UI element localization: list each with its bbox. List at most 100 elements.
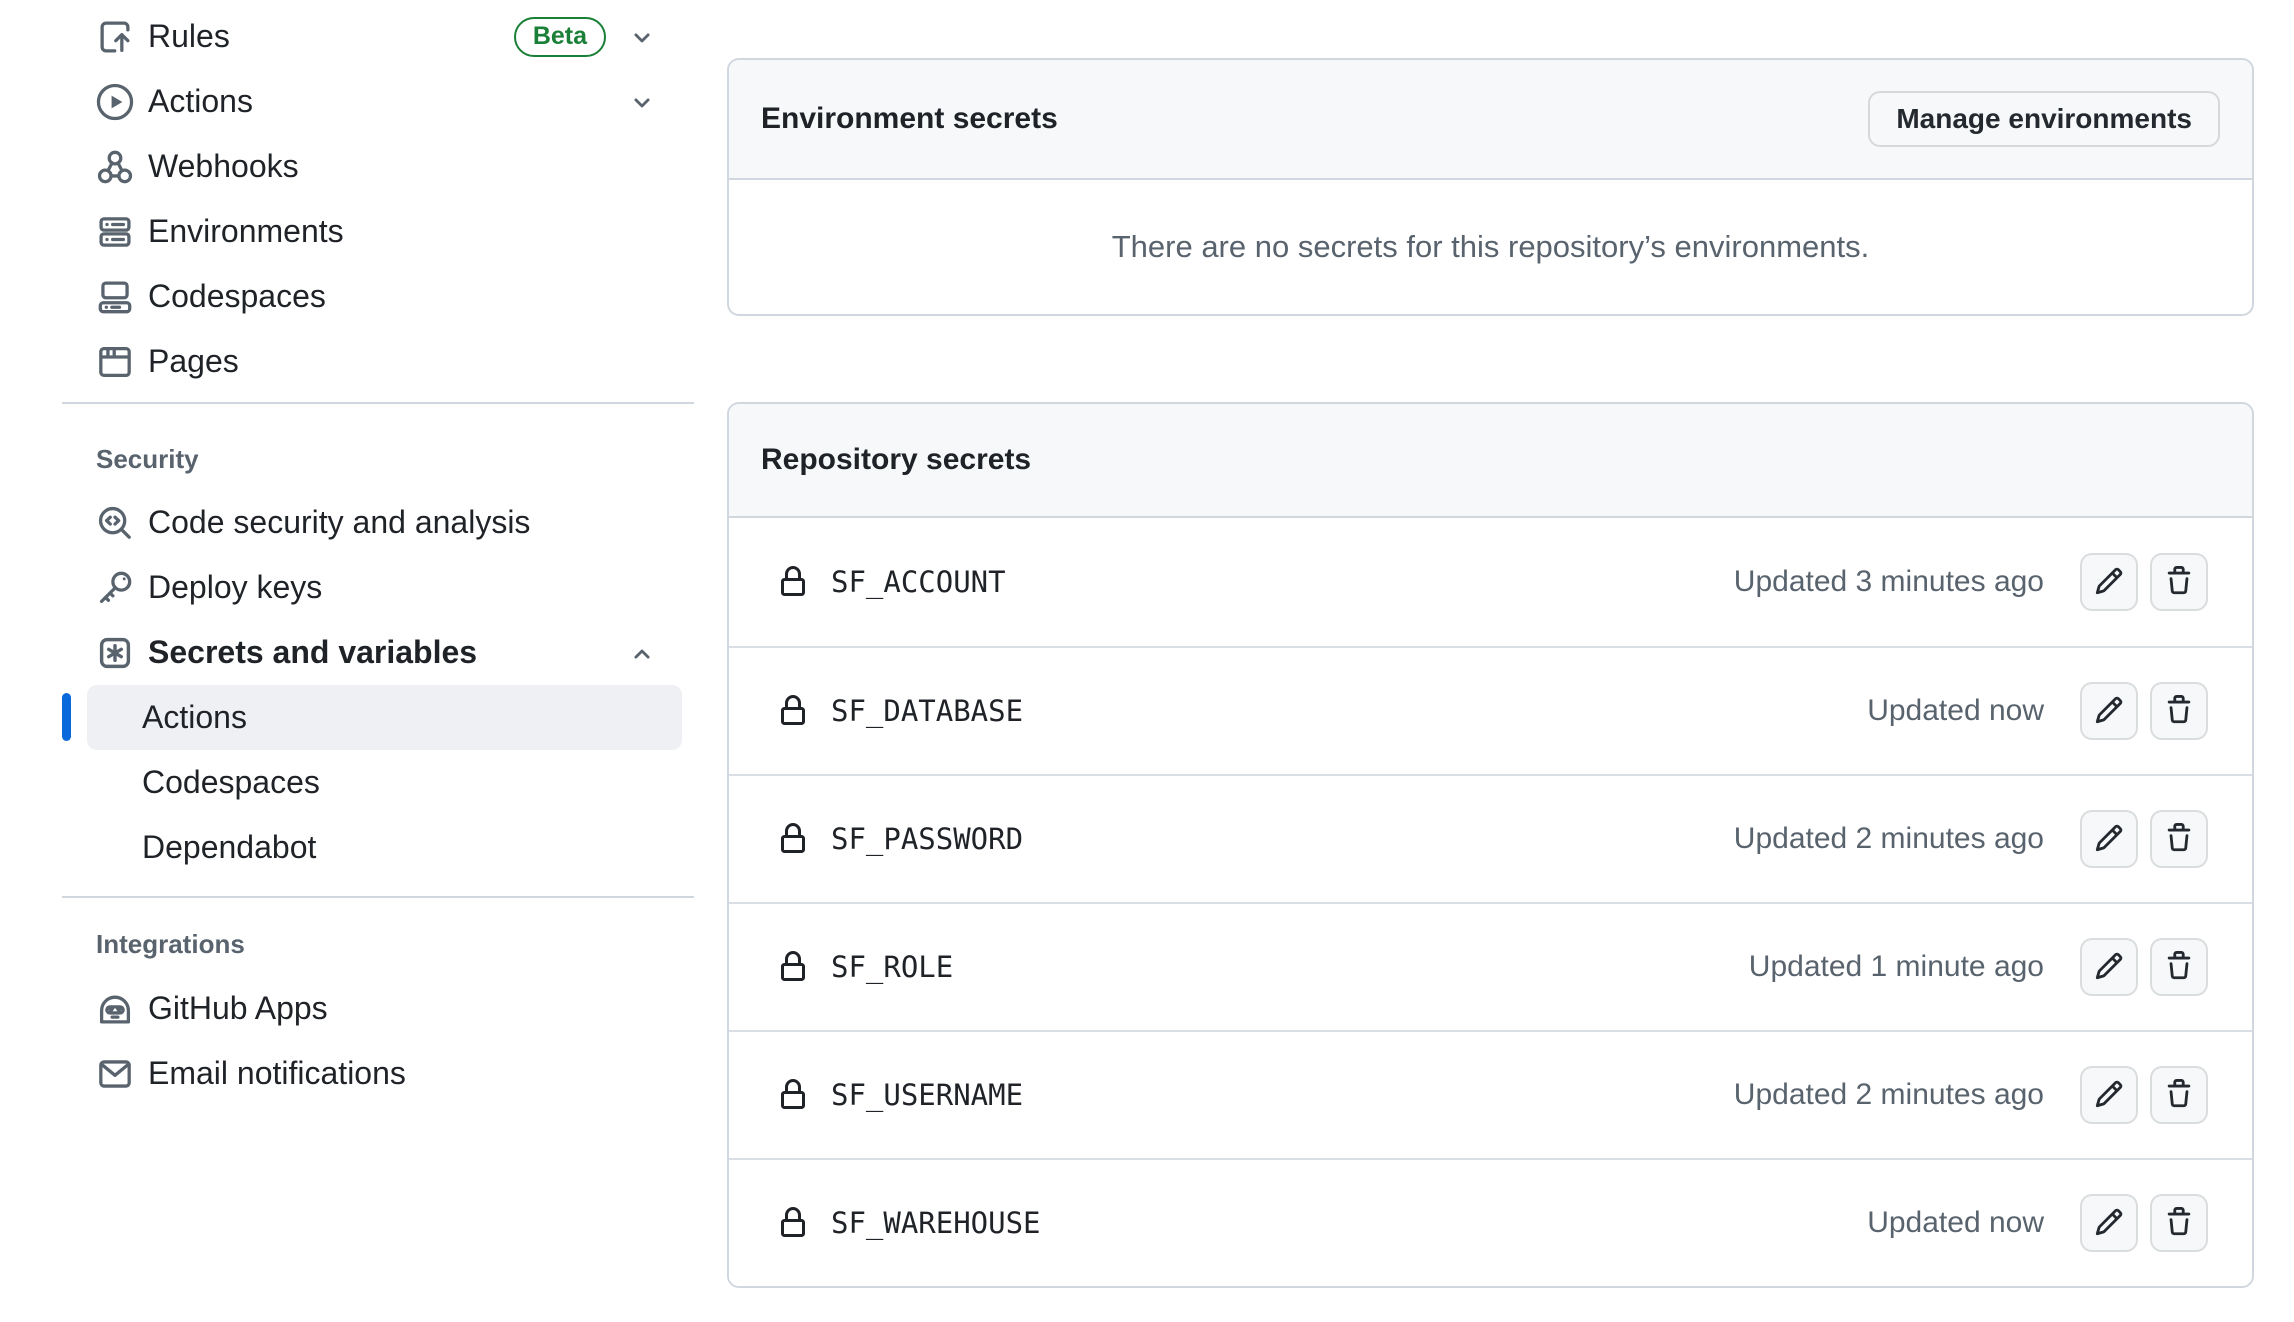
codespaces-icon: [94, 276, 142, 318]
trash-icon: [2164, 695, 2194, 728]
lock-icon: [777, 695, 809, 727]
sidebar-item-label: Secrets and variables: [148, 634, 628, 671]
edit-secret-button[interactable]: [2080, 938, 2138, 996]
pencil-icon: [2094, 1079, 2124, 1112]
beta-badge: Beta: [514, 17, 606, 57]
sidebar-item-codespaces[interactable]: Codespaces: [62, 264, 694, 329]
delete-secret-button[interactable]: [2150, 1066, 2208, 1124]
sidebar-item-label: Actions: [148, 83, 628, 120]
secret-row: SF_DATABASE Updated now: [729, 646, 2252, 774]
sidebar-item-label: GitHub Apps: [148, 990, 656, 1027]
delete-secret-button[interactable]: [2150, 553, 2208, 611]
mail-icon: [94, 1053, 142, 1095]
secret-row: SF_PASSWORD Updated 2 minutes ago: [729, 774, 2252, 902]
chevron-down-icon: [628, 88, 656, 116]
secret-row: SF_ROLE Updated 1 minute ago: [729, 902, 2252, 1030]
delete-secret-button[interactable]: [2150, 810, 2208, 868]
secret-row: SF_USERNAME Updated 2 minutes ago: [729, 1030, 2252, 1158]
sidebar-item-rules[interactable]: Rules Beta: [62, 4, 694, 69]
sidebar-item-label: Pages: [148, 343, 656, 380]
sidebar-item-pages[interactable]: Pages: [62, 329, 694, 394]
webhook-icon: [94, 146, 142, 188]
sidebar-item-deploy-keys[interactable]: Deploy keys: [62, 555, 694, 620]
manage-environments-button[interactable]: Manage environments: [1868, 91, 2220, 147]
edit-secret-button[interactable]: [2080, 1066, 2138, 1124]
sidebar-subitem-label: Actions: [142, 699, 247, 736]
secret-updated: Updated 3 minutes ago: [1734, 565, 2044, 599]
repository-secrets-card: Repository secrets SF_ACCOUNT Updated 3 …: [727, 402, 2254, 1288]
delete-secret-button[interactable]: [2150, 682, 2208, 740]
code-scan-icon: [94, 502, 142, 544]
secret-updated: Updated 2 minutes ago: [1734, 1078, 2044, 1112]
sidebar-divider: [62, 402, 694, 404]
secret-name: SF_ACCOUNT: [831, 565, 1006, 599]
secret-name: SF_WAREHOUSE: [831, 1206, 1041, 1240]
integrations-items: GitHub Apps Email notifications: [62, 976, 694, 1106]
sidebar-item-environments[interactable]: Environments: [62, 199, 694, 264]
sidebar-item-code-security[interactable]: Code security and analysis: [62, 490, 694, 555]
card-title: Repository secrets: [761, 443, 1031, 477]
settings-nav: Rules Beta Actions: [62, 0, 694, 394]
delete-secret-button[interactable]: [2150, 1194, 2208, 1252]
pencil-icon: [2094, 823, 2124, 856]
pencil-icon: [2094, 566, 2124, 599]
sidebar-item-github-apps[interactable]: GitHub Apps: [62, 976, 694, 1041]
sidebar-item-email-notifications[interactable]: Email notifications: [62, 1041, 694, 1106]
lock-icon: [777, 1207, 809, 1239]
sidebar-item-secrets-and-variables[interactable]: Secrets and variables: [62, 620, 694, 685]
sidebar-subitem-actions[interactable]: Actions: [87, 685, 682, 750]
edit-secret-button[interactable]: [2080, 1194, 2138, 1252]
sidebar-divider: [62, 896, 694, 898]
sidebar-item-label: Deploy keys: [148, 569, 656, 606]
secret-updated: Updated 2 minutes ago: [1734, 822, 2044, 856]
pencil-icon: [2094, 951, 2124, 984]
repository-secrets-header: Repository secrets: [729, 404, 2252, 518]
edit-secret-button[interactable]: [2080, 553, 2138, 611]
lock-icon: [777, 951, 809, 983]
secret-updated: Updated 1 minute ago: [1749, 950, 2044, 984]
asterisk-box-icon: [94, 632, 142, 674]
browser-icon: [94, 341, 142, 383]
secret-row: SF_WAREHOUSE Updated now: [729, 1158, 2252, 1286]
sidebar-item-label: Code security and analysis: [148, 504, 656, 541]
sidebar-subitem-codespaces[interactable]: Codespaces: [87, 750, 682, 815]
sidebar-item-label: Email notifications: [148, 1055, 656, 1092]
secret-row: SF_ACCOUNT Updated 3 minutes ago: [729, 518, 2252, 646]
secret-name: SF_DATABASE: [831, 694, 1023, 728]
edit-secret-button[interactable]: [2080, 682, 2138, 740]
settings-sidebar: Rules Beta Actions: [62, 0, 694, 1106]
secret-updated: Updated now: [1867, 694, 2044, 728]
environment-secrets-empty: There are no secrets for this repository…: [729, 180, 2252, 314]
key-icon: [94, 567, 142, 609]
hubot-icon: [94, 988, 142, 1030]
trash-icon: [2164, 1207, 2194, 1240]
environment-secrets-header: Environment secrets Manage environments: [729, 60, 2252, 180]
secret-name: SF_ROLE: [831, 950, 953, 984]
play-icon: [94, 81, 142, 123]
secret-name: SF_PASSWORD: [831, 822, 1023, 856]
server-icon: [94, 211, 142, 253]
sidebar-item-label: Rules: [148, 18, 514, 55]
section-header-security: Security: [62, 446, 694, 472]
sidebar-item-actions[interactable]: Actions: [62, 69, 694, 134]
chevron-down-icon: [628, 23, 656, 51]
lock-icon: [777, 566, 809, 598]
lock-icon: [777, 1079, 809, 1111]
secret-updated: Updated now: [1867, 1206, 2044, 1240]
pencil-icon: [2094, 695, 2124, 728]
sidebar-item-webhooks[interactable]: Webhooks: [62, 134, 694, 199]
chevron-up-icon: [628, 639, 656, 667]
sidebar-item-label: Codespaces: [148, 278, 656, 315]
sidebar-subitem-dependabot[interactable]: Dependabot: [87, 815, 682, 880]
section-header-integrations: Integrations: [62, 931, 694, 957]
lock-icon: [777, 823, 809, 855]
delete-secret-button[interactable]: [2150, 938, 2208, 996]
card-title: Environment secrets: [761, 102, 1058, 136]
environment-secrets-card: Environment secrets Manage environments …: [727, 58, 2254, 316]
pencil-icon: [2094, 1207, 2124, 1240]
edit-secret-button[interactable]: [2080, 810, 2138, 868]
trash-icon: [2164, 951, 2194, 984]
sidebar-item-label: Environments: [148, 213, 656, 250]
secret-name: SF_USERNAME: [831, 1078, 1023, 1112]
security-items: Code security and analysis Deploy keys S…: [62, 490, 694, 880]
